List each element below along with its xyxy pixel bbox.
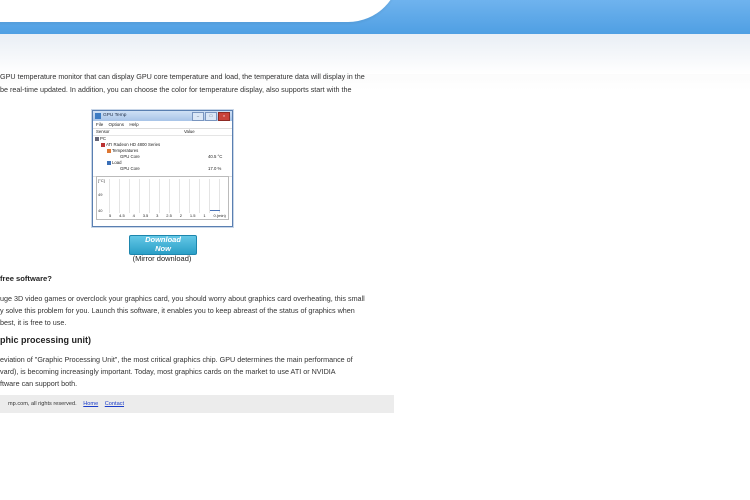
- graph-y-tick: 49: [98, 192, 103, 197]
- tree-row: GPU Core 17.0 %: [93, 166, 232, 172]
- graph-x-tick: 3.5: [142, 213, 149, 218]
- download-button-line2: Now: [155, 243, 171, 253]
- tree-value: 40.5 °C: [208, 154, 223, 159]
- paragraph-line: best, it is free to use.: [0, 318, 67, 327]
- sensor-tree: Sensor Value PC ATI Radeon HD 4800 Serie…: [93, 128, 232, 177]
- graph-x-tick: 1: [203, 213, 206, 218]
- main-content: GPU temperature monitor that can display…: [0, 0, 394, 500]
- minimize-icon: –: [192, 112, 204, 121]
- menu-file: File: [96, 122, 104, 127]
- section-heading: free software?: [0, 274, 52, 283]
- paragraph-line: vard), is becoming increasingly importan…: [0, 367, 336, 376]
- temperature-graph: [°C] 49 40 5 4.5 4 3.5 3 2.5 2 1.5 1 0.(…: [96, 176, 229, 220]
- tree-label: ATI Radeon HD 4800 Series: [106, 142, 161, 147]
- menu-help: Help: [129, 122, 139, 127]
- copyright-text: mp.com, all rights reserved.: [8, 401, 77, 407]
- column-sensor: Sensor: [96, 129, 110, 134]
- graph-x-tick: 0.(min): [213, 213, 226, 218]
- thermometer-icon: [107, 148, 111, 153]
- footer-contact-link[interactable]: Contact: [105, 401, 124, 407]
- graph-y-tick: 40: [98, 208, 103, 213]
- column-value: Value: [184, 129, 195, 134]
- intro-line: GPU temperature monitor that can display…: [0, 72, 365, 81]
- tree-label: PC: [100, 136, 106, 141]
- paragraph-line: y solve this problem for you. Launch thi…: [0, 306, 355, 315]
- mirror-download-link[interactable]: (Mirror download): [129, 254, 195, 263]
- tree-value: 17.0 %: [208, 166, 222, 171]
- graph-x-tick: 2: [179, 213, 182, 218]
- app-title: GPU Temp: [103, 113, 127, 118]
- intro-text: GPU temperature monitor that can display…: [0, 70, 394, 96]
- graph-x-tick: 1.5: [189, 213, 196, 218]
- gpu-icon: [101, 142, 105, 147]
- graph-line: [210, 210, 220, 211]
- section-paragraph: uge 3D video games or overclock your gra…: [0, 293, 394, 329]
- app-title-bar: GPU Temp – □ ×: [93, 111, 232, 121]
- graph-x-tick: 4: [132, 213, 135, 218]
- tree-label: Temperatures: [112, 148, 139, 153]
- app-icon: [95, 113, 101, 119]
- section-heading: phic processing unit): [0, 335, 92, 345]
- graph-x-tick: 3: [156, 213, 159, 218]
- app-screenshot: GPU Temp – □ × File Options Help Sensor …: [92, 110, 233, 227]
- download-now-button[interactable]: Download Now: [129, 235, 197, 255]
- graph-unit: [°C]: [98, 178, 105, 183]
- graph-x-axis: 5 4.5 4 3.5 3 2.5 2 1.5 1 0.(min): [109, 213, 226, 219]
- paragraph-line: ftware can support both.: [0, 379, 78, 388]
- intro-line: be real-time updated. In addition, you c…: [0, 85, 352, 94]
- paragraph-line: eviation of "Graphic Processing Unit", t…: [0, 355, 353, 364]
- tree-label: GPU Core: [120, 166, 140, 171]
- section-paragraph: eviation of "Graphic Processing Unit", t…: [0, 354, 394, 390]
- paragraph-line: uge 3D video games or overclock your gra…: [0, 294, 365, 303]
- graph-x-tick: 2.5: [166, 213, 172, 218]
- load-icon: [107, 160, 111, 165]
- tree-label: Load: [112, 160, 122, 165]
- menu-options: Options: [108, 122, 125, 127]
- graph-x-tick: 4.5: [119, 213, 125, 218]
- graph-x-tick: 5: [109, 213, 112, 218]
- app-menu-bar: File Options Help: [93, 121, 232, 128]
- tree-header: Sensor Value: [93, 129, 232, 136]
- maximize-icon: □: [205, 112, 217, 121]
- footer-home-link[interactable]: Home: [83, 401, 98, 407]
- page-footer: mp.com, all rights reserved. Home Contac…: [0, 395, 394, 413]
- graph-grid: [109, 179, 226, 213]
- close-icon: ×: [218, 112, 230, 121]
- computer-icon: [95, 136, 99, 141]
- window-controls: – □ ×: [192, 112, 230, 121]
